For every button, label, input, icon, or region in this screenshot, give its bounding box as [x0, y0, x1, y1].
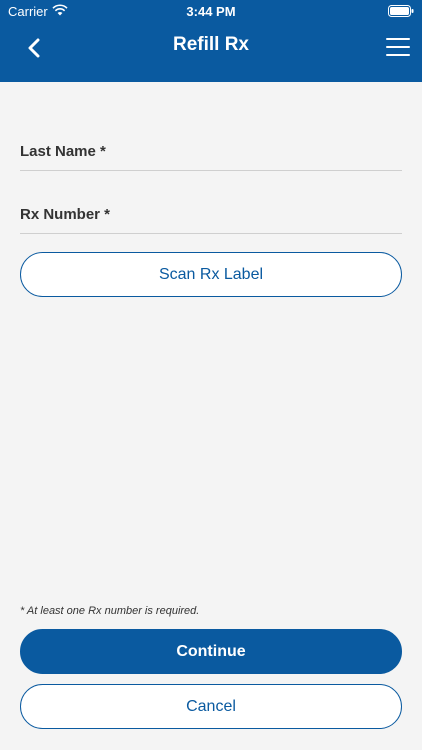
continue-button[interactable]: Continue: [20, 629, 402, 674]
last-name-field[interactable]: Last Name *: [20, 127, 402, 171]
hamburger-menu-icon: [386, 38, 410, 40]
battery-icon: [388, 5, 414, 17]
menu-button[interactable]: [386, 36, 412, 58]
hamburger-line: [386, 46, 410, 48]
status-bar: Carrier 3:44 PM: [0, 0, 422, 24]
last-name-input[interactable]: [20, 127, 402, 170]
hamburger-line: [386, 54, 410, 56]
app-header: Carrier 3:44 PM Refill Rx: [0, 0, 422, 82]
rx-number-field[interactable]: Rx Number *: [20, 190, 402, 234]
rx-number-input[interactable]: [20, 190, 402, 233]
required-footnote: * At least one Rx number is required.: [20, 605, 200, 617]
page-title: Refill Rx: [172, 34, 250, 55]
status-time: 3:44 PM: [186, 4, 236, 19]
scan-rx-label-button[interactable]: Scan Rx Label: [20, 252, 402, 297]
cancel-button[interactable]: Cancel: [20, 684, 402, 729]
